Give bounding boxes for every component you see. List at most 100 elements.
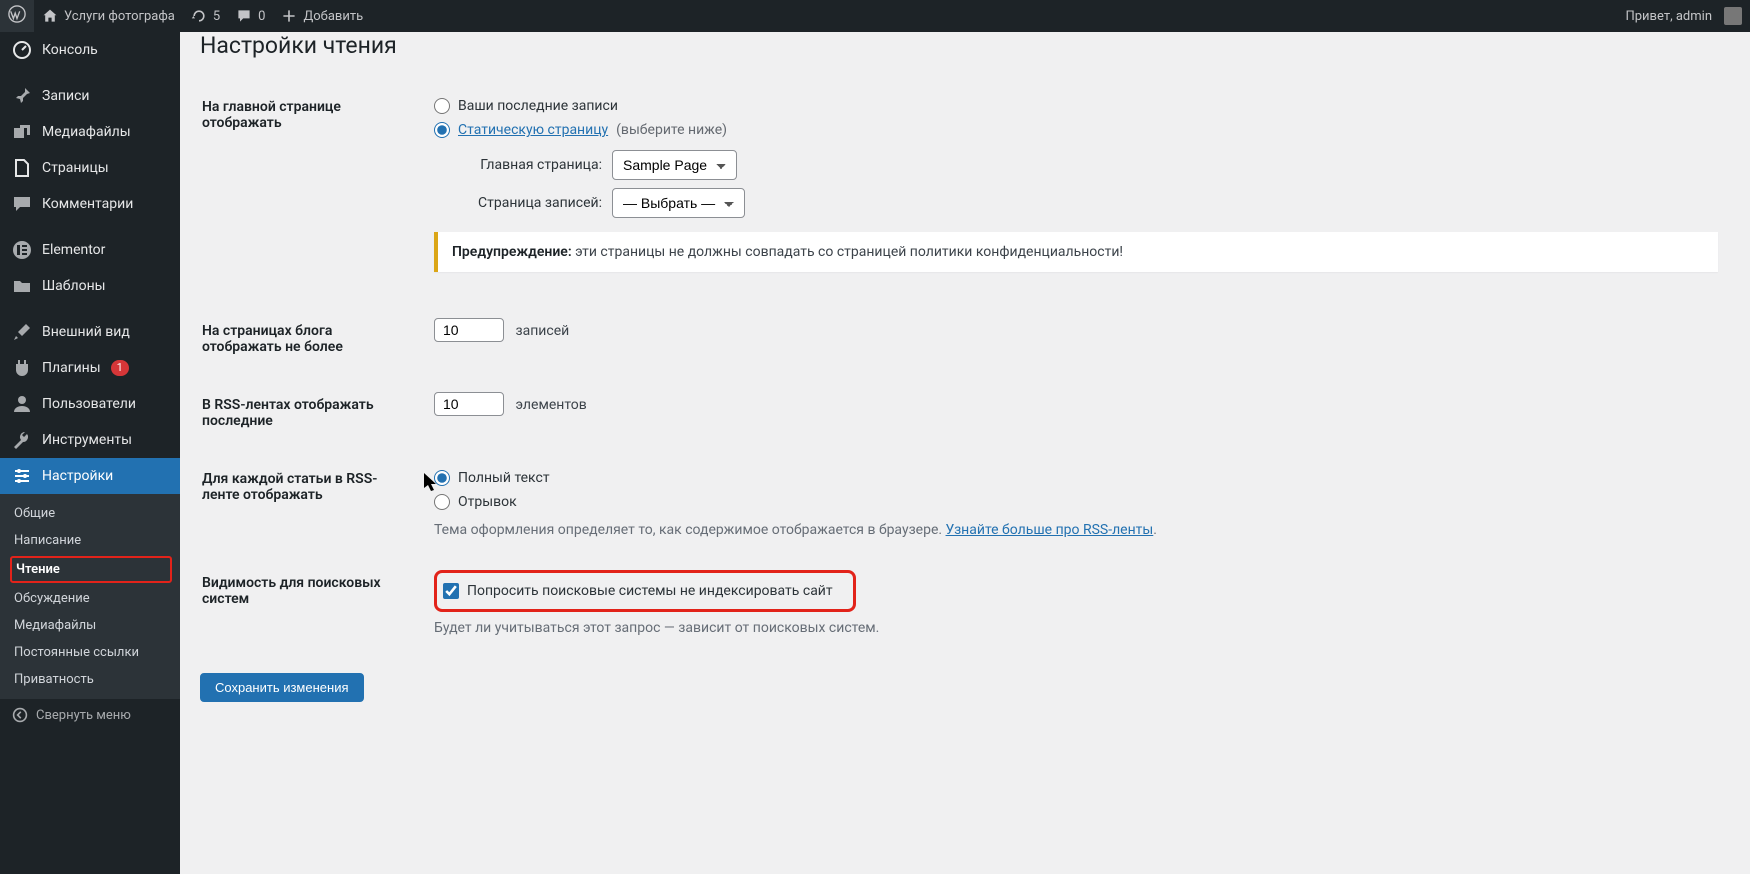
plugin-badge: 1: [111, 360, 129, 376]
radio-excerpt-label[interactable]: Отрывок: [434, 494, 517, 510]
sidebar-label: Медиафайлы: [42, 124, 131, 140]
brush-icon: [12, 322, 32, 342]
warning-text: эти страницы не должны совпадать со стра…: [572, 244, 1123, 260]
page-title: Настройки чтения: [200, 32, 1730, 59]
sidebar-label: Консоль: [42, 42, 98, 58]
submenu-privacy[interactable]: Приватность: [0, 666, 180, 693]
search-visibility-label: Видимость для поисковых систем: [202, 555, 422, 651]
blog-count-unit: записей: [515, 323, 569, 339]
submenu-reading[interactable]: Чтение: [10, 556, 172, 583]
submenu-discussion[interactable]: Обсуждение: [0, 585, 180, 612]
submenu-media[interactable]: Медиафайлы: [0, 612, 180, 639]
elementor-icon: [12, 240, 32, 260]
sidebar-item-comments[interactable]: Комментарии: [0, 186, 180, 222]
sidebar-label: Плагины: [42, 360, 101, 376]
submenu-general[interactable]: Общие: [0, 500, 180, 527]
updates-count: 5: [213, 9, 220, 24]
page-icon: [12, 158, 32, 178]
admin-sidebar: Консоль Записи Медиафайлы Страницы Комме…: [0, 32, 180, 874]
site-home-link[interactable]: Услуги фотографа: [34, 0, 183, 32]
rss-count-unit: элементов: [515, 397, 586, 413]
plugin-icon: [12, 358, 32, 378]
sidebar-item-settings[interactable]: Настройки: [0, 458, 180, 494]
rss-description: Тема оформления определяет то, как содер…: [434, 522, 1718, 538]
sidebar-label: Записи: [42, 88, 90, 104]
sidebar-item-templates[interactable]: Шаблоны: [0, 268, 180, 304]
sidebar-label: Инструменты: [42, 432, 132, 448]
sidebar-item-posts[interactable]: Записи: [0, 78, 180, 114]
sidebar-label: Внешний вид: [42, 324, 130, 340]
folder-icon: [12, 276, 32, 296]
rss-learn-more-link[interactable]: Узнайте больше про RSS-ленты: [946, 522, 1154, 538]
radio-latest-posts-label[interactable]: Ваши последние записи: [434, 98, 618, 114]
radio-static-page[interactable]: [434, 122, 450, 138]
warning-bold: Предупреждение:: [452, 244, 572, 260]
rss-items-label: В RSS-лентах отображать последние: [202, 377, 422, 449]
collapse-menu[interactable]: Свернуть меню: [0, 699, 180, 731]
radio-static-suffix: (выберите ниже): [616, 122, 727, 138]
comment-icon: [12, 194, 32, 214]
sidebar-label: Комментарии: [42, 196, 133, 212]
comments-link[interactable]: 0: [228, 0, 273, 32]
sidebar-item-users[interactable]: Пользователи: [0, 386, 180, 422]
sidebar-item-plugins[interactable]: Плагины 1: [0, 350, 180, 386]
front-page-displays-label: На главной странице отображать: [202, 79, 422, 301]
radio-full-text-text: Полный текст: [458, 470, 550, 486]
collapse-label: Свернуть меню: [36, 708, 131, 723]
rss-count-input[interactable]: [434, 392, 504, 416]
radio-static-page-link[interactable]: Статическую страницу: [458, 122, 608, 138]
user-icon: [12, 394, 32, 414]
homepage-select[interactable]: Sample Page: [612, 150, 737, 180]
wordpress-logo-icon: [8, 5, 26, 27]
save-button[interactable]: Сохранить изменения: [200, 673, 364, 702]
radio-latest-posts[interactable]: [434, 98, 450, 114]
sidebar-item-elementor[interactable]: Elementor: [0, 232, 180, 268]
sidebar-label: Пользователи: [42, 396, 136, 412]
search-discourage-label[interactable]: Попросить поисковые системы не индексиро…: [443, 583, 833, 599]
add-new-link[interactable]: Добавить: [273, 0, 371, 32]
account-link[interactable]: Привет, admin: [1617, 0, 1750, 32]
blog-count-input[interactable]: [434, 318, 504, 342]
postspage-select[interactable]: — Выбрать —: [612, 188, 745, 218]
admin-topbar: Услуги фотографа 5 0 Добавить Привет, ad…: [0, 0, 1750, 32]
radio-excerpt[interactable]: [434, 494, 450, 510]
home-icon: [42, 8, 58, 24]
settings-submenu: Общие Написание Чтение Обсуждение Медиаф…: [0, 494, 180, 699]
comments-count: 0: [258, 9, 265, 24]
plus-icon: [281, 8, 297, 24]
radio-latest-posts-text: Ваши последние записи: [458, 98, 618, 114]
site-name: Услуги фотографа: [64, 9, 175, 24]
radio-static-page-label[interactable]: Статическую страницу (выберите ниже): [434, 122, 727, 138]
settings-icon: [12, 466, 32, 486]
search-discourage-text: Попросить поисковые системы не индексиро…: [467, 583, 833, 599]
avatar-icon: [1724, 7, 1742, 25]
updates-icon: [191, 8, 207, 24]
greeting-text: Привет, admin: [1625, 9, 1712, 24]
search-visibility-highlight-box: Попросить поисковые системы не индексиро…: [434, 570, 856, 612]
warning-notice: Предупреждение: эти страницы не должны с…: [434, 232, 1718, 272]
postspage-select-label: Страница записей:: [452, 195, 602, 211]
sidebar-item-tools[interactable]: Инструменты: [0, 422, 180, 458]
pin-icon: [12, 86, 32, 106]
sidebar-item-pages[interactable]: Страницы: [0, 150, 180, 186]
updates-link[interactable]: 5: [183, 0, 228, 32]
submenu-writing[interactable]: Написание: [0, 527, 180, 554]
sidebar-item-dashboard[interactable]: Консоль: [0, 32, 180, 68]
dashboard-icon: [12, 40, 32, 60]
sidebar-label: Elementor: [42, 242, 105, 258]
sidebar-item-appearance[interactable]: Внешний вид: [0, 314, 180, 350]
wrench-icon: [12, 430, 32, 450]
comment-icon: [236, 8, 252, 24]
radio-full-text-label[interactable]: Полный текст: [434, 470, 550, 486]
add-new-label: Добавить: [303, 9, 363, 24]
submenu-permalinks[interactable]: Постоянные ссылки: [0, 639, 180, 666]
sidebar-label: Настройки: [42, 468, 113, 484]
collapse-icon: [12, 707, 28, 723]
radio-excerpt-text: Отрывок: [458, 494, 517, 510]
homepage-select-label: Главная страница:: [452, 157, 602, 173]
sidebar-item-media[interactable]: Медиафайлы: [0, 114, 180, 150]
wp-logo-link[interactable]: [0, 0, 34, 32]
search-discourage-checkbox[interactable]: [443, 583, 459, 599]
blog-pages-show-label: На страницах блога отображать не более: [202, 303, 422, 375]
main-content: Настройки чтения На главной странице ото…: [180, 0, 1750, 742]
